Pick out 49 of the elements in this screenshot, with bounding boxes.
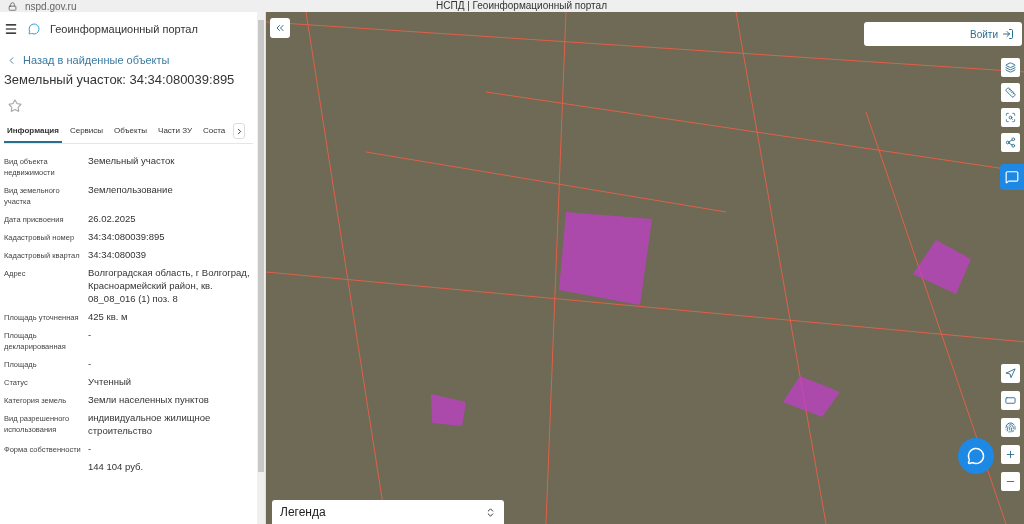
property-value: Волгоградская область, г Волгоград, Красноармейский район, кв. 08_08_016 (1) поз. 8 [88, 266, 251, 305]
page-title: НСПД | Геоинформационный портал [436, 0, 607, 11]
tab[interactable]: Части ЗУ [155, 126, 196, 143]
logo-icon [28, 23, 40, 35]
property-value: Земли населенных пунктов [88, 393, 210, 406]
property-value: - [88, 357, 93, 370]
portal-title: Геоинформационный портал [50, 23, 198, 35]
collapse-panel-button[interactable] [270, 18, 290, 38]
zoom-out-button[interactable] [1001, 472, 1020, 491]
up-down-chevron-icon [485, 506, 496, 518]
frame-icon[interactable] [1001, 391, 1020, 410]
satellite-map-placeholder[interactable]: Войти Легенда [266, 12, 1024, 524]
tab[interactable]: Соста [200, 126, 229, 143]
back-link[interactable]: Назад в найденные объекты [6, 54, 253, 66]
area-select-icon[interactable] [1001, 108, 1020, 127]
lock-icon [8, 1, 17, 11]
login-icon [1002, 28, 1014, 40]
tab[interactable]: Информация [4, 126, 62, 143]
property-value: Учтенный [88, 375, 133, 388]
tab[interactable]: Объекты [111, 126, 151, 143]
property-value: Земельный участок [88, 154, 176, 168]
property-value: 26.02.2025 [88, 212, 137, 225]
scrollbar-thumb[interactable] [258, 20, 264, 472]
property-value: 34:34:080039 [88, 248, 148, 261]
property-value: 34:34:080039:895 [88, 230, 166, 243]
menu-icon[interactable] [4, 22, 18, 36]
address-bar[interactable]: nspd.gov.ru [25, 0, 77, 12]
tab[interactable]: Сервисы [66, 126, 107, 143]
fingerprint-icon[interactable] [1001, 418, 1020, 437]
chat-button[interactable] [958, 438, 994, 474]
zoom-in-button[interactable] [1001, 445, 1020, 464]
tab-scroll-button[interactable] [233, 123, 246, 139]
speech-bubble-icon [967, 447, 985, 465]
double-chevron-left-icon [274, 22, 286, 34]
layers-icon[interactable] [1001, 58, 1020, 77]
property-value: Землепользование [88, 183, 174, 197]
property-value: - [88, 328, 93, 342]
share-icon[interactable] [1001, 133, 1020, 152]
legend-dropdown[interactable]: Легенда [272, 500, 504, 524]
ruler-icon[interactable] [1001, 83, 1020, 102]
favorite-star-icon[interactable] [8, 99, 22, 113]
object-title: Земельный участок: 34:34:080039:895 [4, 72, 236, 87]
plus-icon [1005, 449, 1016, 460]
login-button[interactable]: Войти [864, 22, 1022, 46]
property-value: 425 кв. м [88, 310, 129, 323]
property-value: - [88, 442, 93, 455]
chat-bubble-icon[interactable] [1000, 164, 1024, 190]
property-value: индивидуальное жилищное строительство [88, 411, 212, 437]
property-value: 144 104 руб. [88, 460, 145, 473]
